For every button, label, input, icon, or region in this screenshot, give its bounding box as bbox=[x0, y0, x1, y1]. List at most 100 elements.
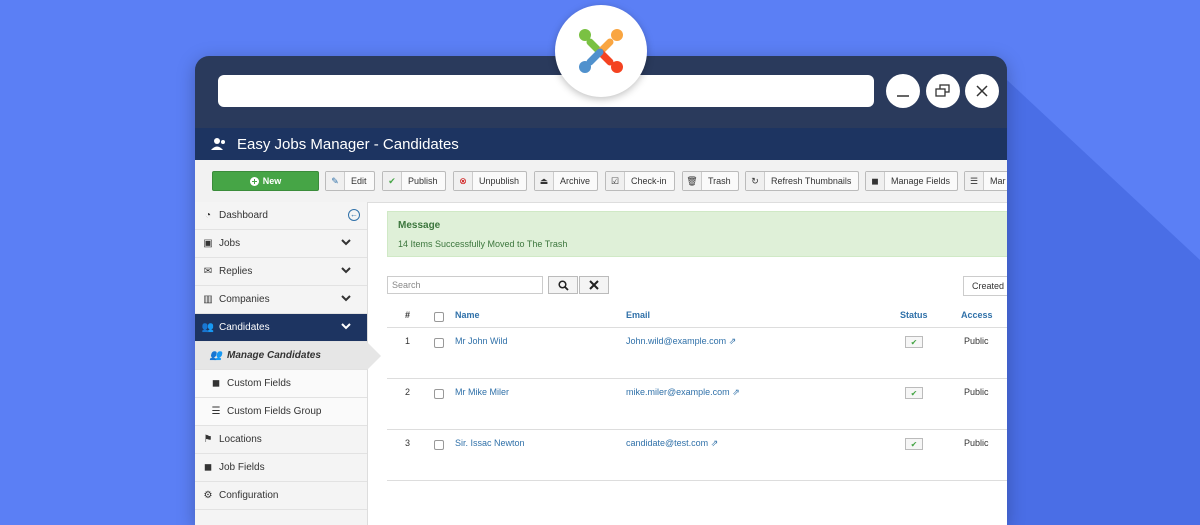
candidate-email-link[interactable]: mike.miler@example.com ⇗ bbox=[626, 387, 740, 398]
search-input[interactable]: Search bbox=[387, 276, 543, 294]
clear-search-button[interactable] bbox=[579, 276, 609, 294]
toolbar: New ✎ Edit ✔ Publish ⊗ Unpublish ⏏ Archi… bbox=[195, 160, 1007, 203]
new-button[interactable]: New bbox=[212, 171, 319, 191]
manage-fields-label: Manage Fields bbox=[891, 176, 951, 186]
candidate-name-link[interactable]: Sir. Issac Newton bbox=[455, 438, 525, 448]
row-checkbox[interactable] bbox=[434, 338, 444, 348]
candidate-email-link[interactable]: candidate@test.com ⇗ bbox=[626, 438, 718, 449]
gear-icon: ⚙ bbox=[203, 490, 213, 501]
cube-icon: ◼ bbox=[866, 172, 885, 190]
close-button[interactable] bbox=[965, 74, 999, 108]
sidebar-item-custom-fields-group[interactable]: ☰ Custom Fields Group bbox=[195, 398, 367, 426]
chevron-down-icon bbox=[341, 323, 351, 330]
sidebar-item-companies[interactable]: ▥ Companies bbox=[195, 286, 367, 314]
sidebar-item-label: Companies bbox=[219, 294, 270, 305]
manage-more-button[interactable]: ☰ Mar bbox=[964, 171, 1007, 191]
archive-button[interactable]: ⏏ Archive bbox=[534, 171, 599, 191]
restore-icon bbox=[935, 84, 950, 97]
refresh-icon: ↻ bbox=[746, 172, 765, 190]
trash-button[interactable]: 🗑 Trash bbox=[682, 171, 739, 191]
sidebar-item-locations[interactable]: ⚑ Locations bbox=[195, 426, 367, 454]
page-title: Easy Jobs Manager - Candidates bbox=[237, 135, 459, 153]
chevron-down-icon bbox=[341, 239, 351, 246]
sort-select[interactable]: Created bbox=[963, 276, 1007, 296]
row-number: 1 bbox=[405, 336, 411, 346]
restore-button[interactable] bbox=[926, 74, 960, 108]
access-level: Public bbox=[964, 336, 989, 346]
sidebar-item-configuration[interactable]: ⚙ Configuration bbox=[195, 482, 367, 510]
plus-circle-icon bbox=[249, 176, 259, 186]
access-level: Public bbox=[964, 438, 989, 448]
sidebar-item-label: Custom Fields Group bbox=[227, 406, 322, 417]
building-icon: ▥ bbox=[203, 294, 213, 305]
briefcase-icon: ▣ bbox=[203, 238, 213, 249]
table-row: 1 Mr John Wild John.wild@example.com ⇗ ✔… bbox=[387, 328, 1007, 379]
select-all-checkbox[interactable] bbox=[434, 312, 444, 322]
status-toggle[interactable]: ✔ bbox=[905, 438, 923, 450]
candidate-name-link[interactable]: Mr John Wild bbox=[455, 336, 508, 346]
joomla-logo bbox=[555, 5, 647, 97]
edit-icon: ✎ bbox=[326, 172, 345, 190]
sidebar-item-custom-fields[interactable]: ◼ Custom Fields bbox=[195, 370, 367, 398]
address-bar[interactable] bbox=[218, 75, 874, 107]
sidebar: ◔ Dashboard ← ▣ Jobs ✉ Replies ▥ Compani… bbox=[195, 202, 368, 525]
checkin-button[interactable]: ☑ Check-in bbox=[605, 171, 675, 191]
external-link-icon: ⇗ bbox=[710, 438, 719, 448]
publish-button[interactable]: ✔ Publish bbox=[382, 171, 446, 191]
search-button[interactable] bbox=[548, 276, 578, 294]
sidebar-item-job-fields[interactable]: ◼ Job Fields bbox=[195, 454, 367, 482]
envelope-icon: ✉ bbox=[203, 266, 213, 277]
sidebar-item-label: Dashboard bbox=[219, 210, 268, 221]
checkbox-icon: ☑ bbox=[606, 172, 625, 190]
access-level: Public bbox=[964, 387, 989, 397]
checkin-label: Check-in bbox=[631, 176, 667, 186]
list-icon: ☰ bbox=[965, 172, 984, 190]
manage-fields-button[interactable]: ◼ Manage Fields bbox=[865, 171, 959, 191]
sidebar-item-label: Candidates bbox=[219, 322, 270, 333]
dashboard-icon: ◔ bbox=[204, 210, 212, 221]
manage-more-label: Mar bbox=[990, 176, 1006, 186]
unpublish-label: Unpublish bbox=[479, 176, 520, 186]
sidebar-item-replies[interactable]: ✉ Replies bbox=[195, 258, 367, 286]
sidebar-item-label: Configuration bbox=[219, 490, 279, 501]
col-header-number: # bbox=[405, 310, 411, 320]
check-icon: ✔ bbox=[910, 388, 918, 398]
row-checkbox[interactable] bbox=[434, 389, 444, 399]
collapse-sidebar-icon[interactable]: ← bbox=[348, 209, 360, 221]
external-link-icon: ⇗ bbox=[728, 336, 737, 346]
sidebar-item-dashboard[interactable]: ◔ Dashboard ← bbox=[195, 202, 367, 230]
table-row: 2 Mr Mike Miler mike.miler@example.com ⇗… bbox=[387, 379, 1007, 430]
cube-icon: ◼ bbox=[203, 462, 213, 473]
row-number: 2 bbox=[405, 387, 411, 397]
archive-icon: ⏏ bbox=[535, 172, 554, 190]
map-marker-icon: ⚑ bbox=[203, 434, 213, 445]
chevron-down-icon bbox=[341, 295, 351, 302]
edit-button[interactable]: ✎ Edit bbox=[325, 171, 375, 191]
unpublish-button[interactable]: ⊗ Unpublish bbox=[453, 171, 528, 191]
candidate-name-link[interactable]: Mr Mike Miler bbox=[455, 387, 509, 397]
col-header-email[interactable]: Email bbox=[626, 310, 650, 320]
refresh-thumbnails-button[interactable]: ↻ Refresh Thumbnails bbox=[745, 171, 860, 191]
sidebar-item-manage-candidates[interactable]: 👥 Manage Candidates bbox=[195, 342, 367, 370]
refresh-label: Refresh Thumbnails bbox=[771, 176, 852, 186]
minimize-button[interactable] bbox=[886, 74, 920, 108]
close-icon bbox=[589, 280, 599, 290]
col-header-status[interactable]: Status bbox=[900, 310, 928, 320]
trash-icon: 🗑 bbox=[683, 172, 702, 190]
row-checkbox[interactable] bbox=[434, 440, 444, 450]
status-toggle[interactable]: ✔ bbox=[905, 387, 923, 399]
sidebar-item-label: Job Fields bbox=[219, 462, 265, 473]
users-icon: 👥 bbox=[201, 322, 215, 333]
status-toggle[interactable]: ✔ bbox=[905, 336, 923, 348]
browser-window: Easy Jobs Manager - Candidates New ✎ Edi… bbox=[195, 56, 1007, 525]
col-header-name[interactable]: Name bbox=[455, 310, 480, 320]
new-button-label: New bbox=[262, 176, 282, 186]
sidebar-item-jobs[interactable]: ▣ Jobs bbox=[195, 230, 367, 258]
sidebar-item-label: Custom Fields bbox=[227, 378, 291, 389]
check-icon: ✔ bbox=[910, 337, 918, 347]
check-icon: ✔ bbox=[910, 439, 918, 449]
sidebar-item-candidates[interactable]: 👥 Candidates bbox=[195, 314, 367, 342]
col-header-access[interactable]: Access bbox=[961, 310, 993, 320]
search-icon bbox=[557, 279, 569, 291]
candidate-email-link[interactable]: John.wild@example.com ⇗ bbox=[626, 336, 736, 347]
